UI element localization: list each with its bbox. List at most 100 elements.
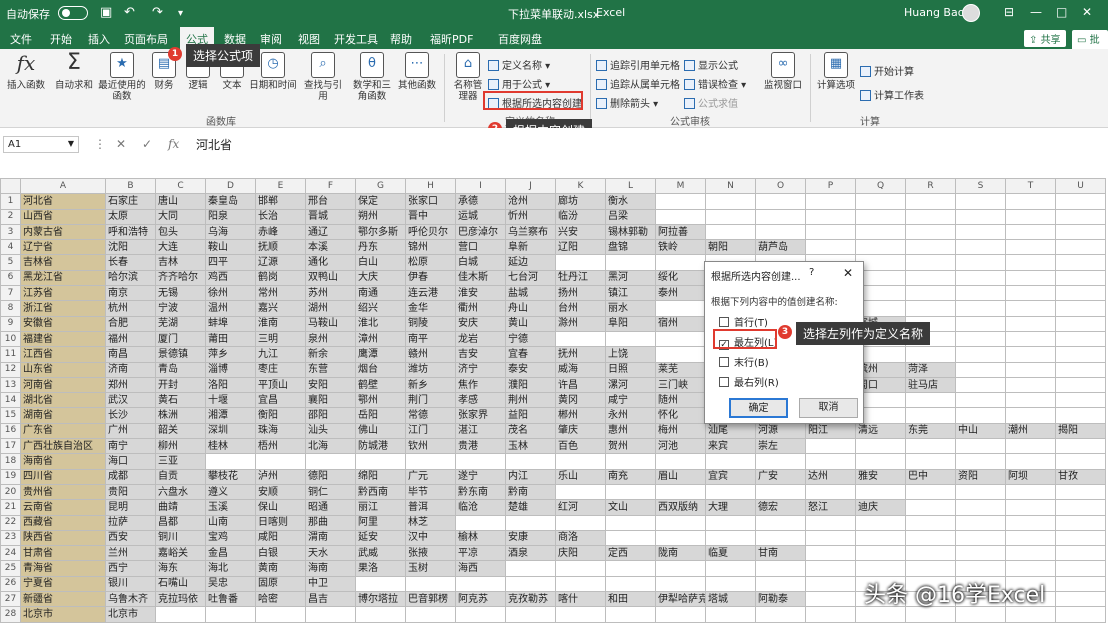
define-name-button[interactable]: 定义名称 ▾: [488, 57, 550, 72]
city-cell[interactable]: 兰州: [105, 545, 156, 562]
city-cell[interactable]: [705, 483, 756, 501]
column-header[interactable]: L: [605, 178, 656, 195]
city-cell[interactable]: 齐齐哈尔: [155, 269, 206, 287]
city-cell[interactable]: 南充: [605, 468, 656, 485]
city-cell[interactable]: [1005, 315, 1056, 332]
city-cell[interactable]: [705, 223, 756, 241]
city-cell[interactable]: 德阳: [305, 468, 356, 485]
city-cell[interactable]: 长治: [255, 208, 306, 225]
city-cell[interactable]: [855, 529, 906, 547]
row-header[interactable]: 14: [0, 392, 21, 409]
row-header[interactable]: 8: [0, 300, 21, 317]
city-cell[interactable]: [255, 606, 306, 623]
city-cell[interactable]: 莆田: [205, 330, 256, 348]
city-cell[interactable]: [855, 223, 906, 241]
province-cell[interactable]: 贵州省: [20, 483, 106, 501]
city-cell[interactable]: [505, 606, 556, 623]
city-cell[interactable]: 滁州: [555, 315, 606, 332]
city-cell[interactable]: [1055, 300, 1106, 317]
city-cell[interactable]: 宝鸡: [205, 529, 256, 547]
city-cell[interactable]: [1055, 376, 1106, 394]
row-header[interactable]: 22: [0, 514, 21, 531]
city-cell[interactable]: 北海: [305, 438, 356, 455]
city-cell[interactable]: 雅安: [855, 468, 906, 485]
city-cell[interactable]: 宜春: [505, 346, 556, 363]
city-cell[interactable]: 茂名: [505, 422, 556, 440]
row-header[interactable]: 4: [0, 239, 21, 256]
city-cell[interactable]: 乌兰察布: [505, 223, 556, 241]
city-cell[interactable]: 长春: [105, 254, 156, 271]
tab-insert[interactable]: 插入: [88, 31, 110, 47]
column-header[interactable]: A: [20, 178, 106, 195]
city-cell[interactable]: 阿拉善: [655, 223, 706, 241]
city-cell[interactable]: [905, 208, 956, 225]
city-cell[interactable]: 湘潭: [205, 407, 256, 424]
city-cell[interactable]: 镇江: [605, 285, 656, 302]
city-cell[interactable]: 徐州: [205, 285, 256, 302]
city-cell[interactable]: [605, 575, 656, 593]
city-cell[interactable]: [655, 606, 706, 623]
city-cell[interactable]: 鸡西: [205, 269, 256, 287]
city-cell[interactable]: [855, 560, 906, 577]
row-header[interactable]: 20: [0, 483, 21, 501]
city-cell[interactable]: [905, 514, 956, 531]
city-cell[interactable]: 苏州: [305, 285, 356, 302]
city-cell[interactable]: 保山: [255, 499, 306, 516]
city-cell[interactable]: 赣州: [405, 346, 456, 363]
tab-file[interactable]: 文件: [10, 31, 32, 47]
bottom-row-checkbox[interactable]: 末行(B): [719, 354, 769, 369]
city-cell[interactable]: [1005, 300, 1056, 317]
city-cell[interactable]: 阿坝: [1005, 468, 1056, 485]
province-cell[interactable]: 黑龙江省: [20, 269, 106, 287]
city-cell[interactable]: 巴彦淖尔: [455, 223, 506, 241]
city-cell[interactable]: [555, 606, 606, 623]
city-cell[interactable]: 莱芜: [655, 361, 706, 378]
city-cell[interactable]: 曲靖: [155, 499, 206, 516]
city-cell[interactable]: 平顶山: [255, 376, 306, 394]
city-cell[interactable]: 温州: [205, 300, 256, 317]
city-cell[interactable]: 襄阳: [305, 392, 356, 409]
tab-page-layout[interactable]: 页面布局: [124, 31, 168, 47]
city-cell[interactable]: 甘南: [755, 545, 806, 562]
city-cell[interactable]: 三亚: [155, 453, 206, 470]
city-cell[interactable]: 吕梁: [605, 208, 656, 225]
city-cell[interactable]: 怒江: [805, 499, 856, 516]
show-formulas-button[interactable]: 显示公式: [684, 57, 738, 72]
city-cell[interactable]: [805, 529, 856, 547]
row-header[interactable]: 2: [0, 208, 21, 225]
city-cell[interactable]: [505, 560, 556, 577]
city-cell[interactable]: 忻州: [505, 208, 556, 225]
city-cell[interactable]: 丽水: [605, 300, 656, 317]
city-cell[interactable]: [1005, 438, 1056, 455]
city-cell[interactable]: 株洲: [155, 407, 206, 424]
city-cell[interactable]: [1005, 392, 1056, 409]
city-cell[interactable]: 铜仁: [305, 483, 356, 501]
city-cell[interactable]: 湛江: [455, 422, 506, 440]
city-cell[interactable]: 安阳: [305, 376, 356, 394]
row-header[interactable]: 1: [0, 193, 21, 210]
city-cell[interactable]: 广安: [755, 468, 806, 485]
autosave-toggle[interactable]: [58, 6, 88, 20]
province-cell[interactable]: 河北省: [20, 193, 106, 210]
city-cell[interactable]: [605, 560, 656, 577]
row-header[interactable]: 16: [0, 422, 21, 440]
chevron-down-icon[interactable]: ▼: [68, 139, 74, 148]
city-cell[interactable]: 阿里: [355, 514, 406, 531]
city-cell[interactable]: [955, 438, 1006, 455]
row-header[interactable]: 19: [0, 468, 21, 485]
city-cell[interactable]: [1055, 254, 1106, 271]
city-cell[interactable]: 四平: [205, 254, 256, 271]
city-cell[interactable]: 开封: [155, 376, 206, 394]
column-header[interactable]: F: [305, 178, 356, 195]
city-cell[interactable]: [705, 208, 756, 225]
city-cell[interactable]: 白山: [355, 254, 406, 271]
city-cell[interactable]: 贵港: [455, 438, 506, 455]
city-cell[interactable]: [1005, 376, 1056, 394]
city-cell[interactable]: [305, 453, 356, 470]
city-cell[interactable]: 淮安: [455, 285, 506, 302]
calculate-now-button[interactable]: 开始计算: [860, 63, 914, 78]
city-cell[interactable]: [1005, 453, 1056, 470]
city-cell[interactable]: 甘孜: [1055, 468, 1106, 485]
city-cell[interactable]: 喀什: [555, 591, 606, 608]
city-cell[interactable]: [855, 545, 906, 562]
